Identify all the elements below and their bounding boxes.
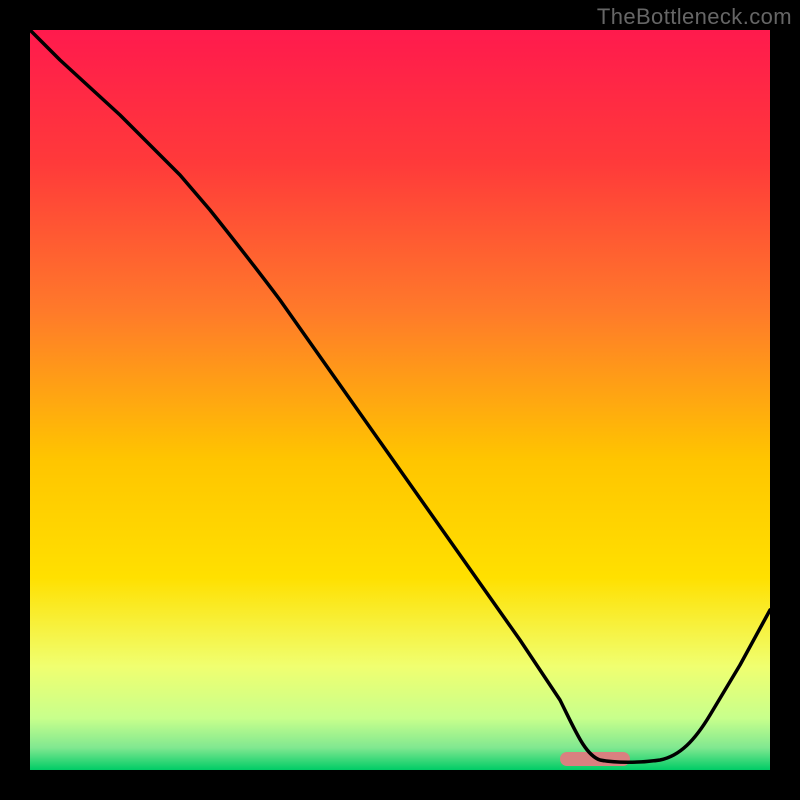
bottleneck-chart <box>0 0 800 800</box>
chart-container: TheBottleneck.com <box>0 0 800 800</box>
plot-area <box>0 0 800 800</box>
watermark-text: TheBottleneck.com <box>597 4 792 30</box>
gradient-background <box>30 30 770 770</box>
